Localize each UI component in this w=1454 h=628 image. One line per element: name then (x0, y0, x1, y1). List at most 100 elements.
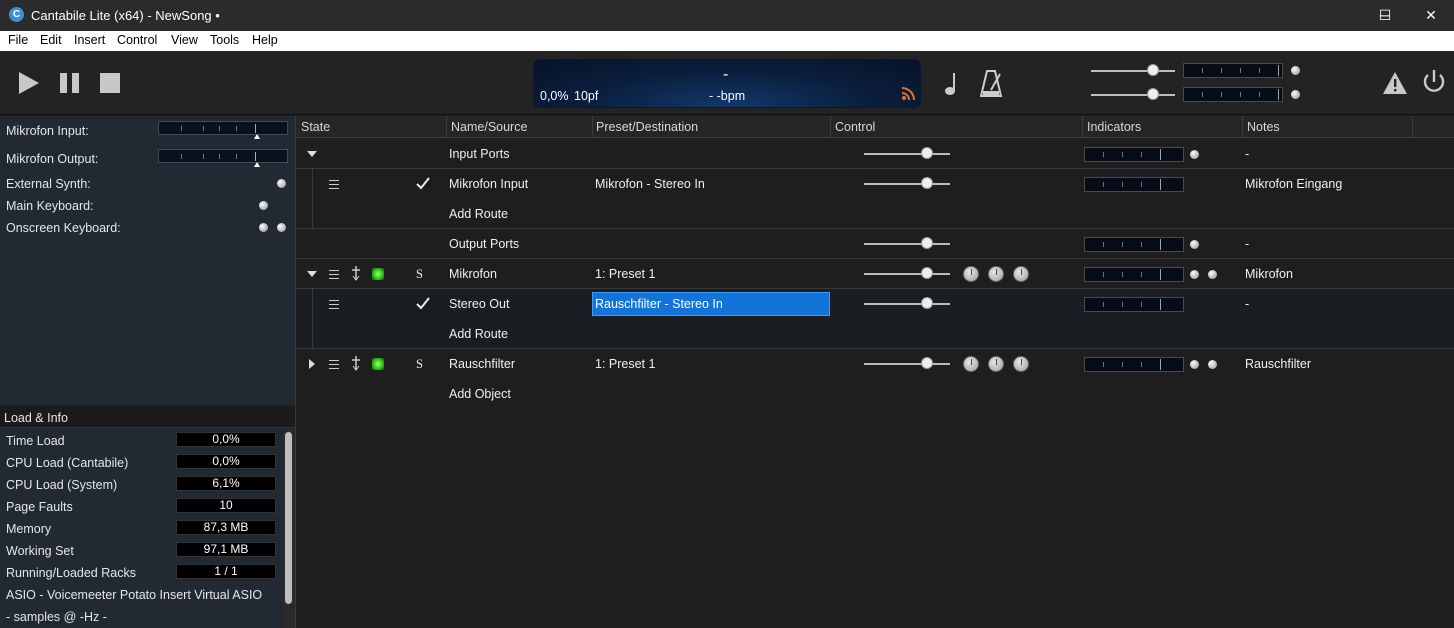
col-indicators[interactable]: Indicators (1087, 120, 1141, 134)
gain-slider[interactable] (864, 363, 950, 365)
port-meter-mikrofon-input[interactable] (158, 121, 288, 135)
check-icon[interactable] (416, 177, 430, 190)
pin-icon[interactable] (351, 356, 361, 371)
scrollbar-thumb[interactable] (285, 432, 292, 604)
warning-icon[interactable] (1382, 71, 1408, 95)
hamburger-icon[interactable] (329, 180, 339, 189)
menu-help[interactable]: Help (252, 33, 278, 47)
gain-slider[interactable] (864, 273, 950, 275)
add-object-button[interactable]: Add Object (449, 387, 511, 401)
master-input-slider[interactable] (1091, 70, 1175, 72)
master-input-slider-thumb[interactable] (1147, 64, 1159, 76)
stop-icon[interactable] (100, 73, 120, 93)
gain-slider-thumb[interactable] (921, 177, 933, 189)
menu-tools[interactable]: Tools (210, 33, 239, 47)
transport-display: - 0,0% 10pf - -bpm (533, 59, 921, 108)
maximize-button[interactable]: ☐ (1362, 0, 1408, 31)
activity-led (1190, 360, 1199, 369)
routing-row-add-object[interactable]: Add Object (296, 379, 1454, 409)
activity-led (1208, 270, 1217, 279)
row-name: Stereo Out (449, 297, 510, 311)
note-icon[interactable] (942, 71, 960, 97)
gain-slider-thumb[interactable] (921, 147, 933, 159)
activity-led (1190, 270, 1199, 279)
menu-control[interactable]: Control (117, 33, 157, 47)
menu-edit[interactable]: Edit (40, 33, 62, 47)
routing-row-input-ports[interactable]: Input Ports - (296, 139, 1454, 169)
active-led (372, 358, 384, 370)
gain-slider[interactable] (864, 243, 950, 245)
info-value: 0,0% (176, 432, 276, 447)
port-label-onscreen-keyboard: Onscreen Keyboard: (6, 221, 121, 235)
routing-row-mikrofon-input[interactable]: Mikrofon Input Mikrofon - Stereo In Mikr… (296, 169, 1454, 228)
port-led-main-keyboard (259, 201, 268, 210)
port-led-onscreen-keyboard-in (259, 223, 268, 232)
gain-slider[interactable] (864, 153, 950, 155)
row-preset[interactable]: 1: Preset 1 (595, 267, 655, 281)
level-meter (1084, 267, 1184, 282)
play-icon[interactable] (19, 72, 39, 94)
master-output-slider-thumb[interactable] (1147, 88, 1159, 100)
metronome-icon[interactable] (980, 68, 1004, 98)
check-icon[interactable] (416, 297, 430, 310)
display-pf: 10pf (574, 89, 599, 103)
hamburger-icon[interactable] (329, 270, 339, 279)
row-preset[interactable]: 1: Preset 1 (595, 357, 655, 371)
routing-row-stereo-out[interactable]: Stereo Out Rauschfilter - Stereo In - Ad… (296, 289, 1454, 348)
rotary-knob[interactable] (1013, 356, 1029, 372)
hamburger-icon[interactable] (329, 360, 339, 369)
solo-button[interactable]: S (416, 267, 423, 282)
close-button[interactable]: ✕ (1408, 0, 1454, 31)
gain-slider-thumb[interactable] (921, 267, 933, 279)
gain-slider-thumb[interactable] (921, 237, 933, 249)
gain-slider-thumb[interactable] (921, 297, 933, 309)
rotary-knob[interactable] (1013, 266, 1029, 282)
collapse-icon[interactable] (307, 271, 317, 277)
col-control[interactable]: Control (835, 120, 875, 134)
gain-slider-thumb[interactable] (921, 357, 933, 369)
level-meter (1084, 177, 1184, 192)
menu-file[interactable]: File (8, 33, 28, 47)
hamburger-icon[interactable] (329, 300, 339, 309)
master-output-meter (1183, 87, 1283, 102)
port-meter-mikrofon-output[interactable] (158, 149, 288, 163)
activity-led (1190, 240, 1199, 249)
info-label: CPU Load (System) (6, 478, 118, 492)
rotary-knob[interactable] (988, 356, 1004, 372)
title-bar: C Cantabile Lite (x64) - NewSong • ─ (0, 0, 1454, 31)
port-label-mikrofon-input: Mikrofon Input: (6, 124, 89, 138)
pause-icon[interactable] (60, 73, 79, 93)
rotary-knob[interactable] (963, 266, 979, 282)
add-route-button[interactable]: Add Route (449, 207, 508, 221)
info-label: Working Set (6, 544, 74, 558)
menu-view[interactable]: View (171, 33, 198, 47)
row-preset[interactable]: Mikrofon - Stereo In (595, 177, 705, 191)
col-state[interactable]: State (301, 120, 330, 134)
routing-row-mikrofon-rack[interactable]: S Mikrofon 1: Preset 1 Mikrofon (296, 259, 1454, 289)
master-output-slider[interactable] (1091, 94, 1175, 96)
collapse-icon[interactable] (307, 151, 317, 157)
pin-icon[interactable] (351, 266, 361, 281)
row-preset[interactable]: Rauschfilter - Stereo In (595, 297, 723, 311)
load-info-scrollbar[interactable] (283, 430, 294, 628)
display-load: 0,0% (540, 89, 569, 103)
rotary-knob[interactable] (988, 266, 1004, 282)
add-route-button[interactable]: Add Route (449, 327, 508, 341)
solo-button[interactable]: S (416, 357, 423, 372)
routing-row-rauschfilter-rack[interactable]: S Rauschfilter 1: Preset 1 Rauschfilter (296, 349, 1454, 379)
power-icon[interactable] (1421, 68, 1447, 96)
col-name-source[interactable]: Name/Source (451, 120, 527, 134)
expand-icon[interactable] (309, 359, 315, 369)
info-value: 87,3 MB (176, 520, 276, 535)
sample-rate-info: - samples @ -Hz - (6, 610, 107, 624)
gain-slider[interactable] (864, 303, 950, 305)
gain-slider[interactable] (864, 183, 950, 185)
col-notes[interactable]: Notes (1247, 120, 1280, 134)
info-value: 97,1 MB (176, 542, 276, 557)
col-preset-destination[interactable]: Preset/Destination (596, 120, 698, 134)
port-label-main-keyboard: Main Keyboard: (6, 199, 94, 213)
routing-row-output-ports[interactable]: Output Ports - (296, 229, 1454, 259)
master-output-led (1291, 90, 1300, 99)
menu-insert[interactable]: Insert (74, 33, 105, 47)
rotary-knob[interactable] (963, 356, 979, 372)
